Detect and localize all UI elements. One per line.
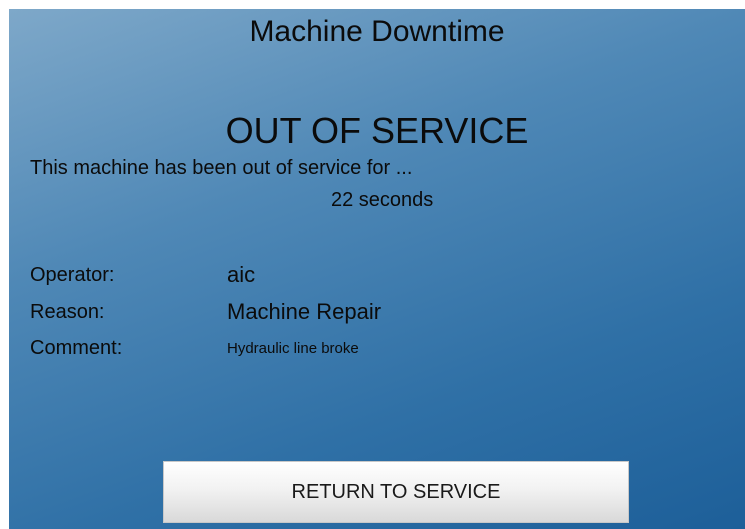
comment-label: Comment:: [30, 337, 123, 359]
comment-value: Hydraulic line broke: [227, 340, 359, 357]
reason-label: Reason:: [30, 301, 105, 323]
downtime-duration: 22 seconds: [331, 189, 434, 211]
reason-value: Machine Repair: [227, 299, 382, 324]
return-to-service-button[interactable]: RETURN TO SERVICE: [163, 461, 629, 523]
downtime-message: This machine has been out of service for…: [30, 157, 413, 179]
operator-label: Operator:: [30, 264, 115, 286]
downtime-panel: Machine Downtime OUT OF SERVICE This mac…: [9, 9, 745, 529]
status-heading: OUT OF SERVICE: [225, 110, 529, 151]
page-title: Machine Downtime: [249, 15, 505, 48]
operator-value: aic: [227, 262, 256, 287]
